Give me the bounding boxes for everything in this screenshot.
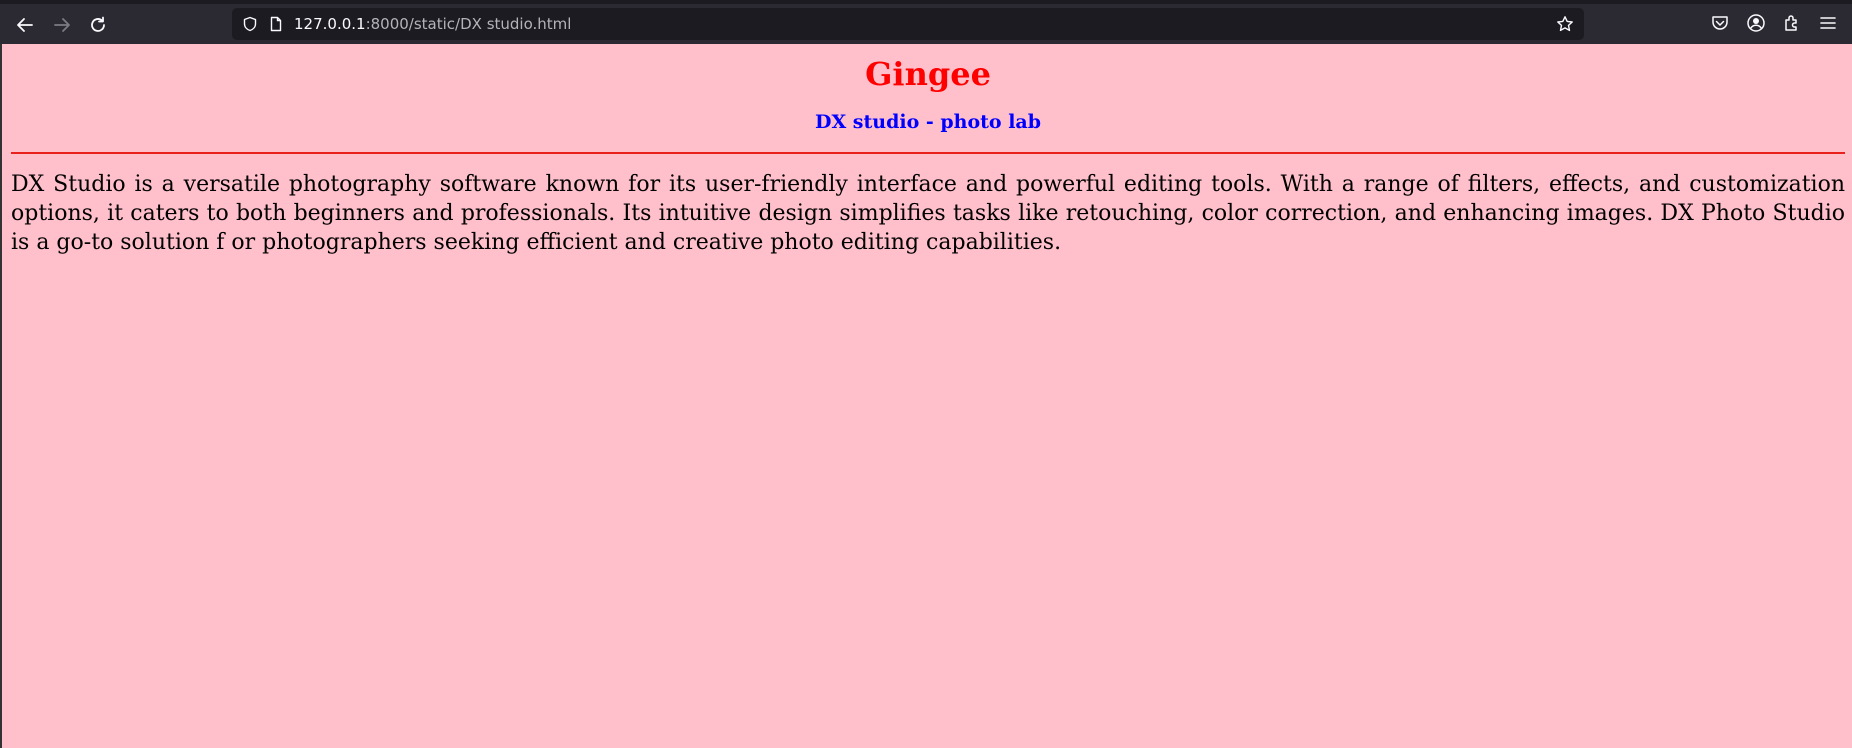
page-subtitle: DX studio - photo lab [814, 111, 1042, 133]
pocket-icon[interactable] [1710, 13, 1730, 33]
bookmark-star-icon[interactable] [1556, 15, 1574, 33]
address-bar[interactable]: 127.0.0.1:8000/static/DX studio.html [232, 8, 1584, 40]
tab-strip [0, 0, 1852, 4]
back-button[interactable] [10, 10, 40, 40]
shield-icon[interactable] [242, 16, 258, 32]
url-text[interactable]: 127.0.0.1:8000/static/DX studio.html [294, 14, 571, 34]
url-host: 127.0.0.1 [294, 15, 366, 33]
account-icon[interactable] [1746, 13, 1766, 33]
divider [11, 152, 1845, 154]
extensions-icon[interactable] [1782, 13, 1802, 33]
url-path: :8000/static/DX studio.html [365, 15, 572, 33]
reload-button[interactable] [83, 10, 113, 40]
browser-toolbar: 127.0.0.1:8000/static/DX studio.html [0, 0, 1852, 44]
reload-icon [91, 16, 105, 32]
menu-icon[interactable] [1818, 13, 1838, 33]
page-title: Gingee [865, 55, 991, 93]
page-content: Gingee DX studio - photo lab DX Studio i… [0, 44, 1852, 748]
forward-button[interactable] [47, 10, 77, 40]
description-paragraph: DX Studio is a versatile photography sof… [11, 172, 1845, 255]
page-icon[interactable] [268, 16, 284, 32]
back-arrow-icon [17, 18, 33, 32]
forward-arrow-icon [54, 18, 70, 32]
